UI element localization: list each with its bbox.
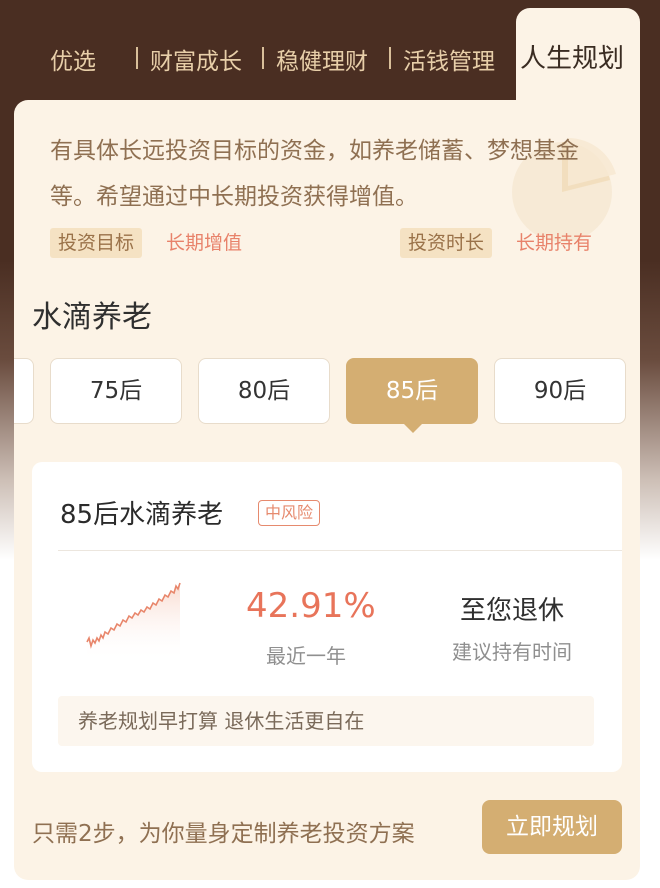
term-tag-label: 投资时长	[400, 228, 493, 258]
plan-now-button[interactable]: 立即规划	[482, 800, 622, 854]
life-planning-panel: 有具体长远投资目标的资金，如养老储蓄、梦想基金等。希望通过中长期投资获得增值。 …	[14, 100, 640, 880]
annual-return: 42.91%	[246, 586, 376, 626]
holding-period: 至您退休	[460, 596, 565, 626]
chip-75[interactable]: 75后	[50, 358, 182, 424]
generation-selector: 75后 80后 85后 90后	[14, 358, 640, 438]
tab-caifu-chengzhang[interactable]: 财富成长	[150, 42, 242, 76]
section-title: 水滴养老	[32, 300, 152, 335]
product-card[interactable]: 85后水滴养老 中风险 42.91% 最近一年 至您退休 建议持有时间 养老规划…	[32, 462, 622, 772]
tab-separator	[136, 47, 138, 69]
tab-youxuan[interactable]: 优选	[50, 42, 96, 76]
risk-badge: 中风险	[258, 500, 321, 526]
chip-80[interactable]: 80后	[198, 358, 330, 424]
tab-separator	[262, 47, 264, 69]
chip-85[interactable]: 85后	[346, 358, 478, 424]
term-tag-value: 长期持有	[516, 232, 593, 254]
goal-tag-value: 长期增值	[166, 232, 243, 254]
tab-huoqian-guanli[interactable]: 活钱管理	[403, 42, 495, 76]
product-title: 85后水滴养老	[60, 500, 224, 530]
tab-rensheng-guihua[interactable]: 人生规划	[520, 38, 624, 75]
card-divider	[58, 550, 622, 551]
tab-bar: 优选 财富成长 稳健理财 活钱管理 人生规划	[0, 0, 660, 114]
chip-90[interactable]: 90后	[494, 358, 626, 424]
sparkline-chart	[86, 582, 181, 662]
annual-return-label: 最近一年	[266, 644, 346, 668]
chip-offscreen[interactable]	[14, 358, 34, 424]
goal-tag-label: 投资目标	[50, 228, 143, 258]
card-slogan: 养老规划早打算 退休生活更自在	[58, 696, 594, 746]
intro-description: 有具体长远投资目标的资金，如养老储蓄、梦想基金等。希望通过中长期投资获得增值。	[50, 138, 579, 210]
active-chip-pointer	[404, 424, 422, 433]
tab-separator	[389, 47, 391, 69]
holding-period-label: 建议持有时间	[452, 640, 572, 664]
footer-description: 只需2步，为你量身定制养老投资方案	[32, 821, 415, 847]
tab-wenjian-licai[interactable]: 稳健理财	[276, 42, 368, 76]
